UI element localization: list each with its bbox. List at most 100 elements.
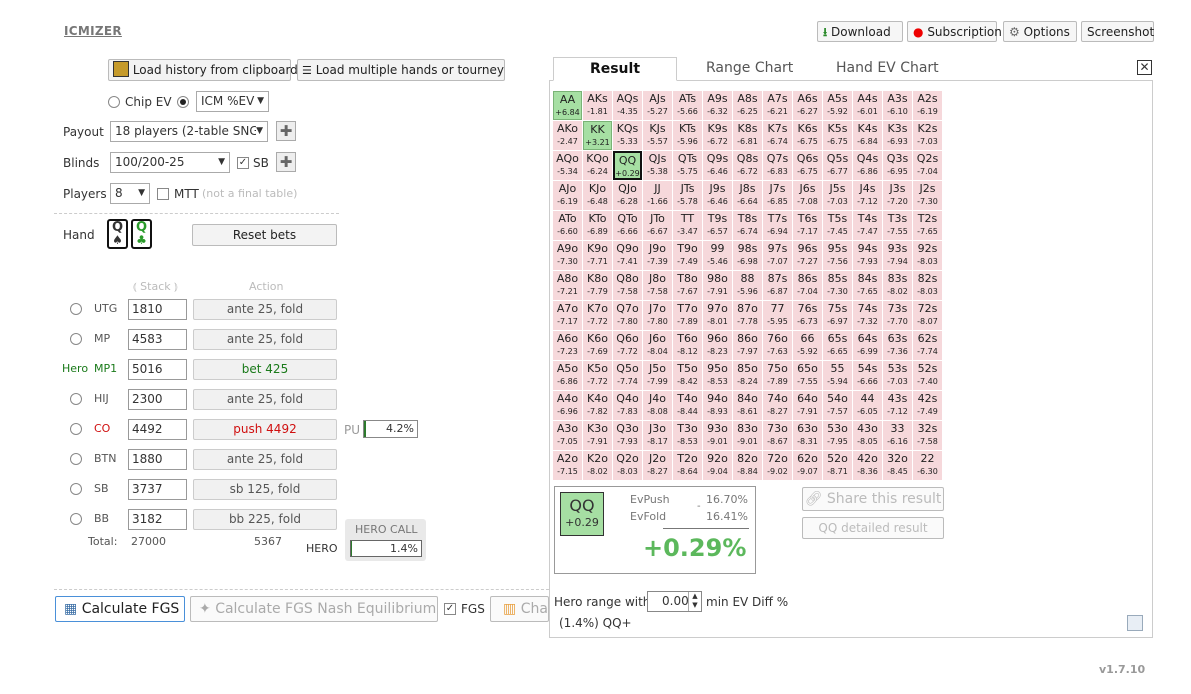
grid-cell[interactable]: A3s -6.10: [883, 91, 912, 120]
grid-cell[interactable]: 82o -8.84: [733, 451, 762, 480]
seat-stack-input[interactable]: 4583: [128, 329, 187, 350]
grid-cell[interactable]: J3o -8.17: [643, 421, 672, 450]
grid-cell[interactable]: K2s -7.03: [913, 121, 942, 150]
grid-cell[interactable]: 74s -7.32: [853, 301, 882, 330]
grid-cell[interactable]: 99 -5.46: [703, 241, 732, 270]
payout-select[interactable]: 18 players (2-table SNG) ▼: [110, 121, 268, 142]
seat-action-button[interactable]: sb 125, fold: [193, 479, 337, 500]
grid-cell[interactable]: KQs -5.33: [613, 121, 642, 150]
grid-cell[interactable]: 85s -7.30: [823, 271, 852, 300]
grid-cell[interactable]: A2o -7.15: [553, 451, 582, 480]
grid-cell[interactable]: AQs -4.35: [613, 91, 642, 120]
tab-result[interactable]: Result: [553, 57, 677, 81]
grid-cell[interactable]: QTs -5.75: [673, 151, 702, 180]
seat-action-button[interactable]: ante 25, fold: [193, 389, 337, 410]
grid-cell[interactable]: 32o -8.45: [883, 451, 912, 480]
grid-cell[interactable]: 96s -7.27: [793, 241, 822, 270]
load-multiple-button[interactable]: ☰ Load multiple hands or tourney: [297, 59, 505, 81]
tab-hand-ev-chart[interactable]: Hand EV Chart: [836, 60, 939, 76]
grid-cell[interactable]: 72o -9.02: [763, 451, 792, 480]
grid-cell[interactable]: AJs -5.27: [643, 91, 672, 120]
grid-cell[interactable]: T6o -8.12: [673, 331, 702, 360]
grid-cell[interactable]: T4o -8.44: [673, 391, 702, 420]
grid-cell[interactable]: T2s -7.65: [913, 211, 942, 240]
grid-cell[interactable]: 65o -7.55: [793, 361, 822, 390]
grid-cell[interactable]: 86s -7.04: [793, 271, 822, 300]
grid-cell[interactable]: J8s -6.64: [733, 181, 762, 210]
fgs-checkbox[interactable]: ✓: [444, 603, 456, 615]
grid-cell[interactable]: K7o -7.72: [583, 301, 612, 330]
grid-cell[interactable]: Q4o -7.83: [613, 391, 642, 420]
grid-cell[interactable]: JJ -1.66: [643, 181, 672, 210]
close-icon[interactable]: ✕: [1137, 60, 1152, 75]
grid-cell[interactable]: T3s -7.55: [883, 211, 912, 240]
grid-cell[interactable]: 63s -7.36: [883, 331, 912, 360]
grid-cell[interactable]: KQo -6.24: [583, 151, 612, 180]
grid-cell[interactable]: J7s -6.85: [763, 181, 792, 210]
chip-ev-radio[interactable]: [108, 96, 120, 108]
grid-cell[interactable]: K4o -7.82: [583, 391, 612, 420]
grid-cell[interactable]: 42o -8.36: [853, 451, 882, 480]
grid-cell[interactable]: T5s -7.45: [823, 211, 852, 240]
grid-cell[interactable]: K6o -7.69: [583, 331, 612, 360]
grid-cell[interactable]: 53s -7.03: [883, 361, 912, 390]
grid-cell[interactable]: A8s -6.25: [733, 91, 762, 120]
grid-cell[interactable]: 66 -5.92: [793, 331, 822, 360]
grid-cell[interactable]: K5o -7.72: [583, 361, 612, 390]
grid-cell[interactable]: KTs -5.96: [673, 121, 702, 150]
grid-cell[interactable]: Q9s -6.46: [703, 151, 732, 180]
grid-cell[interactable]: Q6s -6.75: [793, 151, 822, 180]
grid-cell[interactable]: J5o -7.99: [643, 361, 672, 390]
seat-stack-input[interactable]: 3737: [128, 479, 187, 500]
grid-cell[interactable]: 43o -8.05: [853, 421, 882, 450]
grid-cell[interactable]: T6s -7.17: [793, 211, 822, 240]
seat-radio[interactable]: [70, 303, 82, 315]
grid-cell[interactable]: 75s -6.97: [823, 301, 852, 330]
grid-cell[interactable]: KTo -6.89: [583, 211, 612, 240]
grid-cell[interactable]: 97o -8.01: [703, 301, 732, 330]
seat-stack-input[interactable]: 2300: [128, 389, 187, 410]
seat-action-button[interactable]: ante 25, fold: [193, 449, 337, 470]
grid-cell[interactable]: AKs -1.81: [583, 91, 612, 120]
reset-bets-button[interactable]: Reset bets: [192, 224, 337, 246]
grid-cell[interactable]: A5s -5.92: [823, 91, 852, 120]
grid-cell[interactable]: J4s -7.12: [853, 181, 882, 210]
tab-range-chart[interactable]: Range Chart: [706, 60, 793, 76]
grid-cell[interactable]: K5s -6.75: [823, 121, 852, 150]
grid-cell[interactable]: 93s -7.94: [883, 241, 912, 270]
seat-stack-input[interactable]: 3182: [128, 509, 187, 530]
grid-cell[interactable]: K8o -7.79: [583, 271, 612, 300]
seat-radio[interactable]: [70, 453, 82, 465]
grid-cell[interactable]: K2o -8.02: [583, 451, 612, 480]
grid-cell[interactable]: A5o -6.86: [553, 361, 582, 390]
seat-action-button[interactable]: bb 225, fold: [193, 509, 337, 530]
download-button[interactable]: ⭳ Download: [817, 21, 903, 42]
grid-cell[interactable]: Q3s -6.95: [883, 151, 912, 180]
grid-cell[interactable]: 44 -6.05: [853, 391, 882, 420]
seat-radio[interactable]: [70, 483, 82, 495]
grid-cell[interactable]: 52s -7.40: [913, 361, 942, 390]
grid-cell[interactable]: 55 -5.94: [823, 361, 852, 390]
icm-select[interactable]: ICM %EV ▼: [196, 91, 269, 112]
seat-action-button[interactable]: ante 25, fold: [193, 299, 337, 320]
detailed-result-button[interactable]: QQ detailed result: [802, 517, 944, 539]
grid-cell[interactable]: 83s -8.02: [883, 271, 912, 300]
grid-cell[interactable]: 73o -8.67: [763, 421, 792, 450]
grid-cell[interactable]: 32s -7.58: [913, 421, 942, 450]
grid-cell[interactable]: QQ +0.29: [613, 151, 642, 180]
grid-cell[interactable]: Q6o -7.72: [613, 331, 642, 360]
grid-cell[interactable]: 87s -6.87: [763, 271, 792, 300]
grid-cell[interactable]: 72s -8.07: [913, 301, 942, 330]
seat-radio[interactable]: [70, 393, 82, 405]
grid-cell[interactable]: K8s -6.81: [733, 121, 762, 150]
grid-cell[interactable]: 93o -9.01: [703, 421, 732, 450]
grid-cell[interactable]: JTs -5.78: [673, 181, 702, 210]
grid-cell[interactable]: 42s -7.49: [913, 391, 942, 420]
grid-cell[interactable]: ATo -6.60: [553, 211, 582, 240]
chart-button[interactable]: ▥ Cha: [490, 596, 549, 622]
grid-cell[interactable]: K7s -6.74: [763, 121, 792, 150]
grid-cell[interactable]: K3o -7.91: [583, 421, 612, 450]
grid-cell[interactable]: A2s -6.19: [913, 91, 942, 120]
min-ev-input[interactable]: 0.00 ▲ ▼: [647, 591, 702, 612]
grid-cell[interactable]: Q3o -7.93: [613, 421, 642, 450]
